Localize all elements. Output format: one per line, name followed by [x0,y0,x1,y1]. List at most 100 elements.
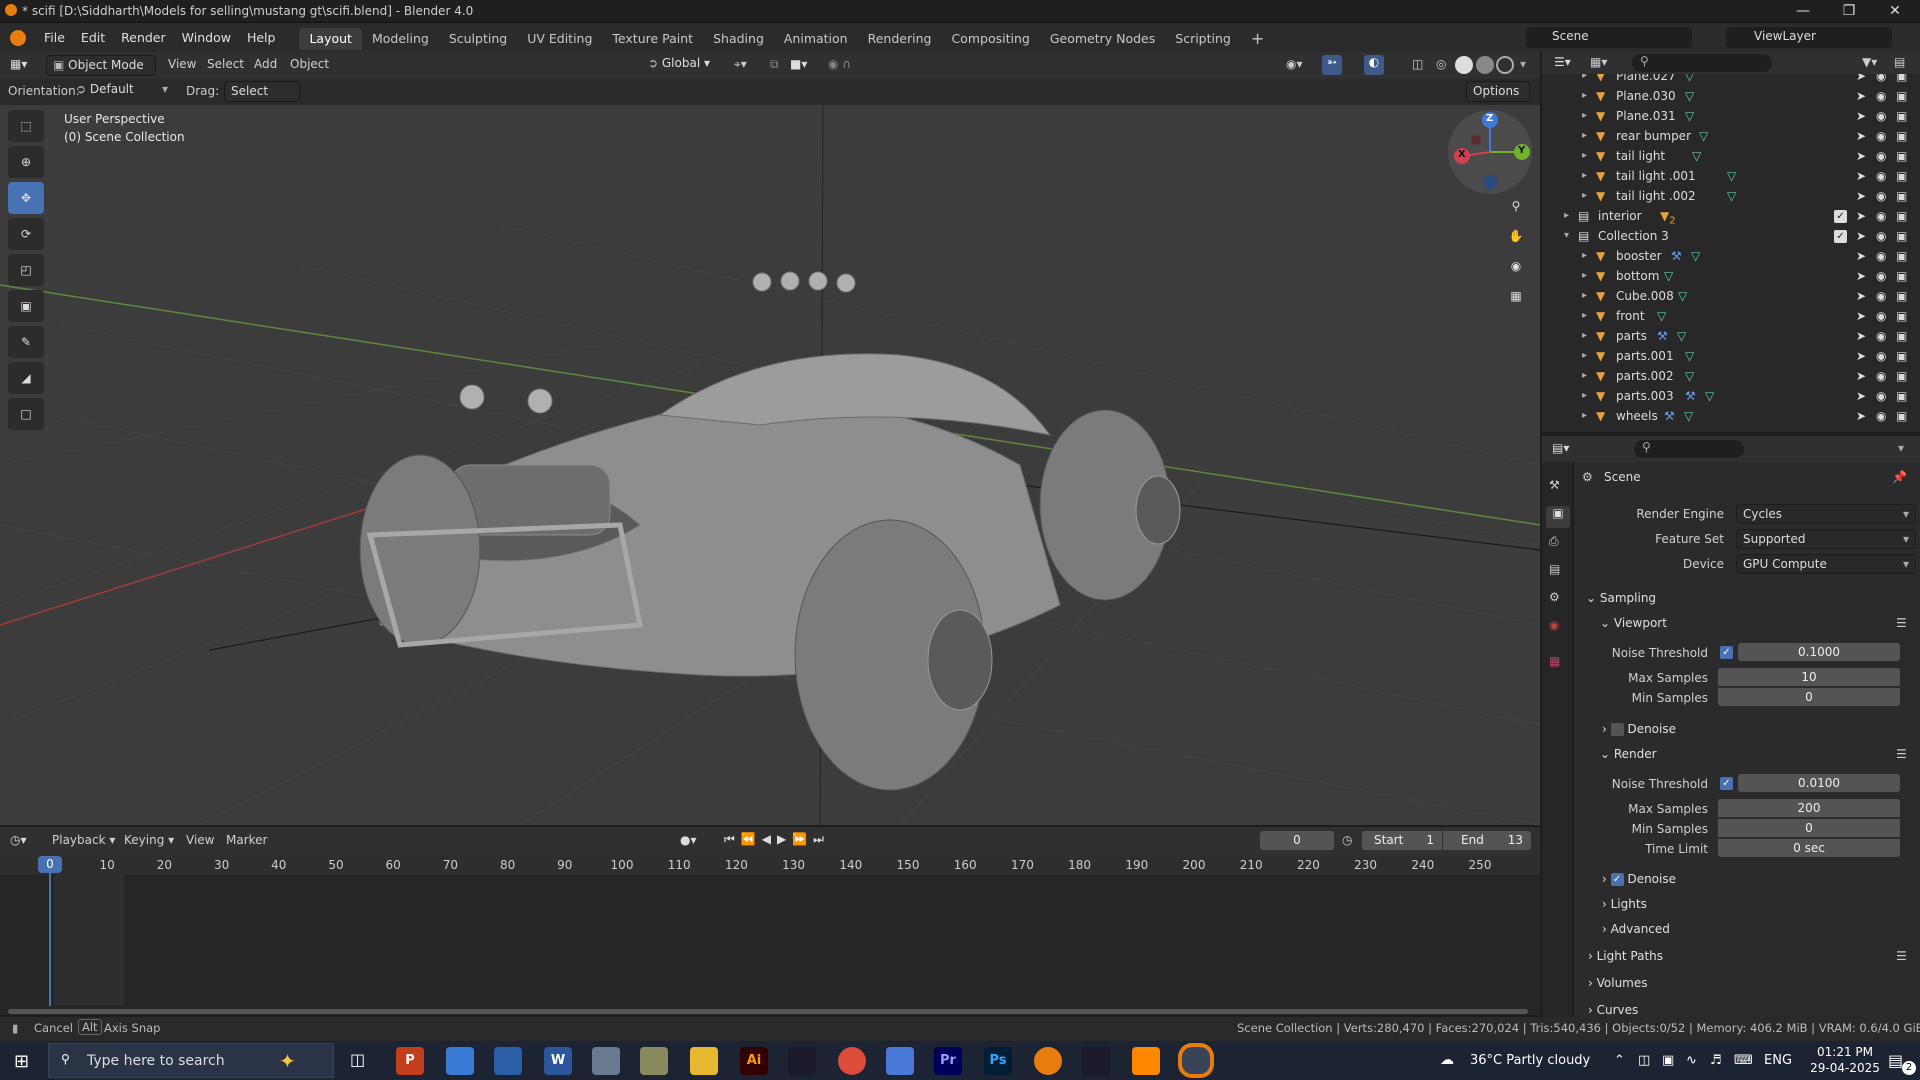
selectable-icon[interactable]: ➤ [1856,74,1866,86]
navigation-gizmo[interactable]: Z Y X [1448,110,1532,194]
render-subpanel-header[interactable]: ⌄ Render [1600,743,1657,765]
drag-dropdown[interactable]: Select Box ▾ [224,81,300,117]
properties-options-icon[interactable]: ▾ [1898,441,1904,455]
menu-file[interactable]: File [36,23,73,52]
task-view-icon[interactable]: ◫ [350,1050,365,1069]
tool-tab-icon[interactable]: ⚒ [1549,478,1560,492]
eye-icon[interactable]: ◉ [1876,366,1886,386]
vp-noise-threshold-checkbox[interactable]: ✓ [1720,646,1733,659]
render-engine-dropdown[interactable]: Cycles ▾ [1736,504,1916,524]
tab-compositing[interactable]: Compositing [941,28,1039,50]
app-icon-6[interactable] [1082,1047,1110,1075]
tab-layout[interactable]: Layout [299,27,362,50]
rotate-tool[interactable]: ⟳ [8,218,44,250]
menu-render[interactable]: Render [113,23,174,52]
selectable-icon[interactable]: ➤ [1856,146,1866,166]
expand-arrow-icon[interactable]: ▸ [1582,86,1587,106]
r-max-samples-field[interactable]: 200 [1718,799,1900,817]
render-tab-icon[interactable]: ▣ [1546,506,1570,528]
expand-arrow-icon[interactable]: ▾ [1564,226,1569,246]
measure-tool[interactable]: ◢ [8,362,44,394]
menu-object[interactable]: Object [290,57,329,71]
menu-keying[interactable]: Keying ▾ [124,833,174,847]
timeline-area[interactable]: 0 10 20 30 40 50 60 70 80 90 100 110 120 130 140 150 160… [0,855,1540,1015]
tab-texture-paint[interactable]: Texture Paint [602,28,703,50]
outliner-row[interactable]: ▸ ▼ Plane.031 ▽ ➤ ◉ ▣ [1542,106,1920,126]
blender-taskbar-icon[interactable] [1034,1047,1062,1075]
render-camera-icon[interactable]: ▣ [1896,326,1907,346]
outliner-row[interactable]: ▸ ▼ tail light .002 ▽ ➤ ◉ ▣ [1542,186,1920,206]
preview-range-icon[interactable]: ◷ [1342,833,1352,847]
vp-min-samples-field[interactable]: 0 [1718,688,1900,706]
expand-arrow-icon[interactable]: ▸ [1582,266,1587,286]
outliner-row[interactable]: ▸ ▼ parts.001 ▽ ➤ ◉ ▣ [1542,346,1920,366]
volume-icon[interactable]: ♬ [1710,1041,1722,1080]
selectable-icon[interactable]: ➤ [1856,126,1866,146]
selectable-icon[interactable]: ➤ [1856,326,1866,346]
auto-keying-icon[interactable]: ●▾ [680,833,697,847]
restore-button[interactable]: ❐ [1826,0,1872,23]
copilot-sparkle-icon[interactable]: ✦ [279,1049,296,1073]
modifier-wrench-icon[interactable]: ⚒ [1685,386,1696,406]
outliner-search-input[interactable]: ⚲ [1632,54,1772,72]
outliner-row[interactable]: ▸ ▼ Plane.027 ▽ ➤ ◉ ▣ [1542,74,1920,86]
minimize-button[interactable]: — [1780,0,1826,23]
outliner-row[interactable]: ▾ ▤ Collection 3 ✓ ➤ ◉ ▣ [1542,226,1920,246]
sampling-panel-header[interactable]: ⌄ Sampling [1586,587,1656,609]
render-camera-icon[interactable]: ▣ [1896,206,1907,226]
outliner-row[interactable]: ▸ ▼ booster ⚒ ▽ ➤ ◉ ▣ [1542,246,1920,266]
eye-icon[interactable]: ◉ [1876,306,1886,326]
vp-max-samples-field[interactable]: 10 [1718,668,1900,686]
expand-arrow-icon[interactable]: ▸ [1582,286,1587,306]
presets-icon[interactable]: ☰ [1896,949,1907,963]
language-indicator[interactable]: ENG [1764,1041,1792,1080]
render-camera-icon[interactable]: ▣ [1896,166,1907,186]
word-icon[interactable]: W [544,1047,572,1075]
selectable-icon[interactable]: ➤ [1856,386,1866,406]
filter-icon[interactable]: ▼▾ [1862,55,1877,69]
render-camera-icon[interactable]: ▣ [1896,246,1907,266]
select-box-tool[interactable]: ⬚ [8,110,44,142]
vehicle-model[interactable] [359,271,1181,791]
xray-icon[interactable]: ◫ [1412,57,1423,71]
expand-arrow-icon[interactable]: ▸ [1582,326,1587,346]
current-frame-field[interactable]: 0 [1260,831,1334,850]
r-denoise-checkbox[interactable]: ✓ [1610,873,1624,886]
expand-arrow-icon[interactable]: ▸ [1564,206,1569,226]
modifier-wrench-icon[interactable]: ⚒ [1664,406,1675,426]
tab-sculpting[interactable]: Sculpting [439,28,517,50]
tab-scripting[interactable]: Scripting [1165,28,1241,50]
outliner-row[interactable]: ▸ ▼ tail light ▽ ➤ ◉ ▣ [1542,146,1920,166]
vp-denoise-header[interactable]: › Denoise [1602,718,1676,740]
mesh-data-icon[interactable]: ▽ [1677,326,1686,346]
expand-arrow-icon[interactable]: ▸ [1582,74,1587,86]
tab-modeling[interactable]: Modeling [362,28,439,50]
texture-tab-icon[interactable]: ▦ [1549,654,1560,668]
outliner-row[interactable]: ▸ ▼ wheels ⚒ ▽ ➤ ◉ ▣ [1542,406,1920,426]
r-min-samples-field[interactable]: 0 [1718,819,1900,837]
app-icon-4[interactable] [640,1047,668,1075]
tab-rendering[interactable]: Rendering [858,28,942,50]
presets-icon[interactable]: ☰ [1896,616,1907,630]
file-explorer-icon[interactable] [690,1047,718,1075]
display-mode-icon[interactable]: ▦▾ [1590,55,1607,69]
mesh-data-icon[interactable]: ▽ [1685,346,1694,366]
mesh-data-icon[interactable]: ▽ [1685,106,1694,126]
outliner-row[interactable]: ▸ ▤ interior ▼2 ✓ ➤ ◉ ▣ [1542,206,1920,226]
premiere-icon[interactable]: Pr [934,1047,962,1075]
taskbar-search-input[interactable]: ⚲ Type here to search ✦ [48,1043,334,1078]
gizmo-toggle-icon[interactable]: ➳ [1322,55,1342,75]
options-dropdown[interactable]: Options ▾ [1466,81,1530,117]
tab-shading[interactable]: Shading [703,28,774,50]
menu-edit[interactable]: Edit [73,23,113,52]
app-icon-2[interactable] [494,1047,522,1075]
mesh-data-icon[interactable]: ▽ [1727,166,1736,186]
selectable-icon[interactable]: ➤ [1856,266,1866,286]
render-camera-icon[interactable]: ▣ [1896,106,1907,126]
selectable-icon[interactable]: ➤ [1856,246,1866,266]
selectable-icon[interactable]: ➤ [1856,226,1866,246]
eye-icon[interactable]: ◉ [1876,246,1886,266]
view-layer-tab-icon[interactable]: ▤ [1549,562,1560,576]
properties-editor-icon[interactable]: ▤▾ [1552,441,1569,455]
selectable-icon[interactable]: ➤ [1856,346,1866,366]
